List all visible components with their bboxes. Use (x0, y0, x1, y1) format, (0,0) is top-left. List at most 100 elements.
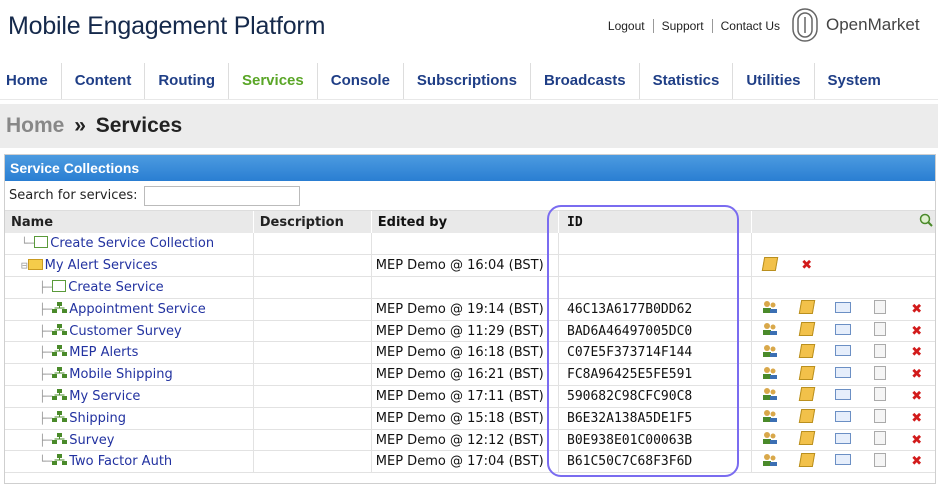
delete-icon[interactable]: ✖ (911, 324, 922, 339)
delete-icon[interactable]: ✖ (911, 389, 922, 404)
nav-services[interactable]: Services (228, 62, 317, 99)
delete-icon[interactable]: ✖ (911, 345, 922, 360)
edit-icon[interactable] (798, 431, 815, 446)
edit-icon[interactable] (762, 256, 779, 271)
search-input[interactable] (143, 185, 300, 206)
name-cell: ├─ Appointment Service (5, 298, 254, 321)
service-name-link[interactable]: Create Service (68, 280, 163, 295)
nav-routing[interactable]: Routing (144, 62, 228, 99)
service-tree-icon (52, 367, 68, 379)
mail-icon[interactable] (835, 301, 852, 313)
service-tree-icon (52, 454, 68, 466)
delete-icon[interactable]: ✖ (911, 367, 922, 382)
service-name-link[interactable]: MEP Alerts (69, 345, 138, 360)
service-name-link[interactable]: Create Service Collection (50, 236, 214, 251)
service-name-link[interactable]: Customer Survey (69, 324, 182, 339)
users-icon[interactable] (762, 387, 778, 401)
delete-icon[interactable]: ✖ (911, 411, 922, 426)
nav-utilities[interactable]: Utilities (732, 62, 813, 99)
nav-content[interactable]: Content (60, 62, 145, 99)
copy-icon[interactable] (874, 431, 886, 446)
copy-icon[interactable] (874, 343, 886, 358)
breadcrumb-home[interactable]: Home (6, 114, 64, 137)
edit-icon[interactable] (798, 365, 815, 380)
mail-icon[interactable] (835, 432, 852, 444)
service-name-link[interactable]: My Alert Services (45, 258, 158, 273)
service-name-link[interactable]: Appointment Service (69, 302, 205, 317)
copy-icon[interactable] (874, 452, 886, 467)
edited-by-cell (371, 276, 560, 299)
copy-icon[interactable] (874, 300, 886, 315)
edited-by-cell: MEP Demo @ 19:14 (BST) (371, 298, 560, 321)
name-cell: └─ Two Factor Auth (5, 450, 254, 474)
nav-broadcasts[interactable]: Broadcasts (529, 62, 639, 99)
tree-connector-icon: ├─ (39, 433, 53, 447)
edit-icon[interactable] (798, 300, 815, 315)
nav-subscriptions[interactable]: Subscriptions (402, 62, 530, 99)
zoom-icon[interactable] (919, 213, 933, 227)
col-id[interactable]: ID (558, 211, 753, 233)
support-link[interactable]: Support (654, 19, 713, 33)
delete-icon[interactable]: ✖ (911, 454, 922, 469)
nav-console[interactable]: Console (316, 62, 403, 99)
copy-icon[interactable] (874, 387, 886, 402)
edited-by-cell: MEP Demo @ 16:18 (BST) (371, 341, 560, 365)
logout-link[interactable]: Logout (600, 19, 654, 33)
delete-icon[interactable]: ✖ (911, 433, 922, 448)
service-name-link[interactable]: My Service (69, 389, 140, 404)
users-icon[interactable] (762, 453, 778, 467)
edit-icon[interactable] (798, 322, 815, 337)
table-row: ├─ Survey MEP Demo @ 12:12 (BST) B0E938E01C… (5, 429, 935, 452)
service-name-link[interactable]: Mobile Shipping (69, 367, 173, 382)
mail-icon[interactable] (835, 345, 852, 357)
service-name-link[interactable]: Two Factor Auth (69, 454, 172, 469)
table-row: ├─ Shipping MEP Demo @ 15:18 (BST) B6E32A13… (5, 407, 935, 430)
edit-icon[interactable] (798, 343, 815, 358)
mail-icon[interactable] (835, 454, 852, 466)
edit-icon[interactable] (798, 452, 815, 467)
nav-statistics[interactable]: Statistics (638, 62, 733, 99)
nav-home[interactable]: Home (0, 63, 61, 99)
service-name-link[interactable]: Survey (69, 433, 114, 448)
table-row: └─ Two Factor Auth MEP Demo @ 17:04 (BST) B… (5, 450, 935, 474)
tree-connector-icon: └─ (21, 237, 35, 251)
top-links: Logout Support Contact Us (600, 19, 788, 33)
mail-icon[interactable] (835, 367, 852, 379)
tree-connector-icon: ├─ (39, 280, 53, 294)
col-name[interactable]: Name (5, 211, 254, 233)
id-cell: B6E32A138A5DE1F5 (558, 407, 753, 430)
name-cell: ├─ Survey (5, 429, 254, 452)
users-icon[interactable] (762, 409, 778, 423)
id-cell (558, 254, 753, 278)
copy-icon[interactable] (874, 409, 886, 424)
delete-icon[interactable]: ✖ (911, 302, 922, 317)
nav-system[interactable]: System (813, 62, 894, 99)
mail-icon[interactable] (835, 323, 852, 335)
copy-icon[interactable] (874, 322, 886, 337)
mail-icon[interactable] (835, 410, 852, 422)
edited-by-cell: MEP Demo @ 15:18 (BST) (371, 407, 560, 430)
users-icon[interactable] (762, 300, 778, 314)
delete-icon[interactable]: ✖ (801, 258, 812, 273)
edited-by-cell: MEP Demo @ 12:12 (BST) (371, 429, 560, 452)
table-header: Name Description Edited by ID (5, 211, 935, 233)
edit-icon[interactable] (798, 409, 815, 424)
name-cell: ├─ Mobile Shipping (5, 363, 254, 387)
users-icon[interactable] (762, 344, 778, 358)
panel-title: Service Collections (5, 155, 935, 181)
edited-by-cell: MEP Demo @ 16:04 (BST) (371, 254, 560, 278)
col-edited-by[interactable]: Edited by (371, 211, 560, 233)
contact-us-link[interactable]: Contact Us (713, 19, 788, 33)
service-name-link[interactable]: Shipping (69, 411, 126, 426)
breadcrumb: Home » Services (6, 114, 182, 138)
copy-icon[interactable] (874, 365, 886, 380)
users-icon[interactable] (762, 431, 778, 445)
mail-icon[interactable] (835, 388, 852, 400)
openmarket-logo: OpenMarket (792, 8, 920, 42)
col-description[interactable]: Description (253, 211, 372, 233)
search-label: Search for services: (9, 188, 138, 203)
edit-icon[interactable] (798, 387, 815, 402)
edited-by-cell (371, 233, 560, 256)
users-icon[interactable] (762, 322, 778, 336)
users-icon[interactable] (762, 366, 778, 380)
